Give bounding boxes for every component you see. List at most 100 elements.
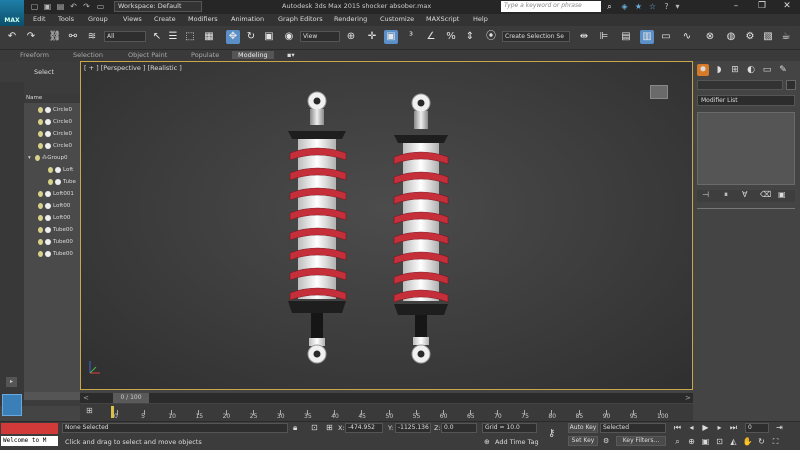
list-item[interactable]: Loft00 [24,201,80,212]
light-bulb-icon[interactable] [48,178,53,185]
rendered-frame-window-icon[interactable]: ▧ [761,30,775,44]
maxscript-listener-mini[interactable] [1,423,58,434]
menu-tools[interactable]: Tools [58,15,74,23]
menu-customize[interactable]: Customize [380,15,414,23]
remove-modifier-icon[interactable]: ⌫ [760,190,771,199]
x-coordinate-field[interactable]: -474.952 [345,423,383,433]
tab-populate[interactable]: Populate [191,51,219,59]
close-button[interactable]: ✕ [774,0,800,14]
save-file-icon[interactable]: ▤ [55,1,66,12]
time-tag-icon[interactable]: ⊕ [484,438,490,446]
y-coordinate-field[interactable]: -1125.136 [395,423,431,433]
create-tab-icon[interactable]: ✸ [697,64,709,76]
subscription-icon[interactable]: ◈ [619,1,630,12]
modifier-list-dropdown[interactable]: Modifier List [697,95,795,106]
set-key-icon[interactable]: ⚷ [548,428,555,439]
tab-freeform[interactable]: Freeform [20,51,49,59]
tab-selection[interactable]: Selection [73,51,103,59]
angle-snap-icon[interactable]: ∠ [424,30,438,44]
pan-view-icon[interactable]: ✋ [742,436,753,447]
menu-edit[interactable]: Edit [33,15,46,23]
light-bulb-icon[interactable] [38,142,43,149]
mirror-icon[interactable]: ⇹ [577,30,591,44]
menu-help[interactable]: Help [473,15,488,23]
tab-object-paint[interactable]: Object Paint [128,51,167,59]
list-item[interactable]: Tube00 [24,225,80,236]
show-end-result-icon[interactable]: ⏸ [724,190,728,200]
search-input[interactable]: Type a keyword or phrase [501,1,601,12]
auto-key-button[interactable]: Auto Key [568,423,598,433]
explorer-scrollbar[interactable] [24,392,80,400]
expand-arrow-icon[interactable]: ▾ [28,153,31,164]
select-and-rotate-icon[interactable]: ↻ [244,30,258,44]
edit-named-selection-icon[interactable]: ⦿ [484,30,498,44]
make-unique-icon[interactable]: ∀ [742,190,747,199]
select-manipulate-icon[interactable]: ✛ [365,30,379,44]
lock-icon[interactable]: ⊡ [311,423,318,432]
light-bulb-icon[interactable] [38,118,43,125]
go-to-start-icon[interactable]: ⏮ [672,422,683,433]
ribbon-options-icon[interactable]: ▪▾ [287,51,295,59]
play-icon[interactable]: ▶ [700,422,711,433]
list-item[interactable]: Loft00 [24,213,80,224]
display-tab-icon[interactable]: ▭ [761,64,773,76]
project-folder-icon[interactable]: ▭ [95,1,106,12]
list-item[interactable]: Circle0 [24,141,80,152]
layer-toggle-icon[interactable] [2,394,22,416]
list-item[interactable]: Tube [24,177,80,188]
add-time-tag[interactable]: Add Time Tag [495,438,539,446]
reference-coordinate-dropdown[interactable]: View [300,31,340,42]
workspace-dropdown[interactable]: Workspace: Default [114,1,202,12]
list-item[interactable]: Tube00 [24,249,80,260]
list-item[interactable]: Circle0 [24,117,80,128]
key-filters-button[interactable]: Key Filters... [616,436,666,446]
new-scene-icon[interactable]: ▢ [29,1,40,12]
render-setup-icon[interactable]: ⚙ [743,30,757,44]
spinner-snap-icon[interactable]: ⇕ [463,30,477,44]
menu-graph-editors[interactable]: Graph Editors [278,15,323,23]
maxscript-prompt[interactable]: Welcome to M [1,436,58,446]
undo-icon[interactable]: ↶ [5,30,19,44]
zoom-extents-all-icon[interactable]: ⊡ [714,436,725,447]
selection-filter-dropdown[interactable]: All [104,31,146,42]
toggle-scene-explorer-icon[interactable]: ▥ [640,30,654,44]
mini-curve-editor-icon[interactable]: ⊞ [86,406,93,415]
restore-button[interactable]: ❐ [749,0,775,14]
search-icon[interactable]: ⌕ [604,1,615,12]
snaps-toggle-icon[interactable]: ³ [404,30,418,44]
link-icon[interactable]: ⛓ [48,30,62,44]
time-slider-track[interactable] [80,393,693,403]
select-object-icon[interactable]: ↖ [150,30,164,44]
light-bulb-icon[interactable] [38,106,43,113]
shock-absorber-right[interactable] [393,93,449,364]
material-editor-icon[interactable]: ◍ [724,30,738,44]
curve-editor-icon[interactable]: ∿ [680,30,694,44]
ribbon-toggle-icon[interactable]: ▭ [659,30,673,44]
pin-stack-icon[interactable]: ⊣ [702,190,709,199]
prev-frame-icon[interactable]: < [83,394,89,402]
light-bulb-icon[interactable] [38,226,43,233]
utilities-tab-icon[interactable]: ✎ [777,64,789,76]
pivot-center-icon[interactable]: ⊕ [344,30,358,44]
select-and-scale-icon[interactable]: ▣ [262,30,276,44]
open-file-icon[interactable]: ▣ [42,1,53,12]
field-of-view-icon[interactable]: ◭ [728,436,739,447]
zoom-all-icon[interactable]: ⊕ [686,436,697,447]
tab-modeling[interactable]: Modeling [232,51,274,59]
default-in-out-tangent-icon[interactable]: ⚙ [603,437,609,445]
maximize-viewport-icon[interactable]: ⛶ [770,436,781,447]
orbit-icon[interactable]: ↻ [756,436,767,447]
place-icon[interactable]: ◉ [282,30,296,44]
light-bulb-icon[interactable] [48,166,53,173]
modifier-stack[interactable] [697,112,795,185]
time-slider[interactable]: 0 / 100 [113,393,149,403]
bind-space-warp-icon[interactable]: ≋ [85,30,99,44]
motion-tab-icon[interactable]: ◐ [745,64,757,76]
help-icon[interactable]: ? [661,1,672,12]
list-item[interactable]: ▾ ⁂Group0 [24,153,80,164]
favorites-icon[interactable]: ☆ [647,1,658,12]
list-item[interactable]: Loft001 [24,189,80,200]
light-bulb-icon[interactable] [38,238,43,245]
menu-animation[interactable]: Animation [231,15,264,23]
zoom-extents-icon[interactable]: ▣ [700,436,711,447]
